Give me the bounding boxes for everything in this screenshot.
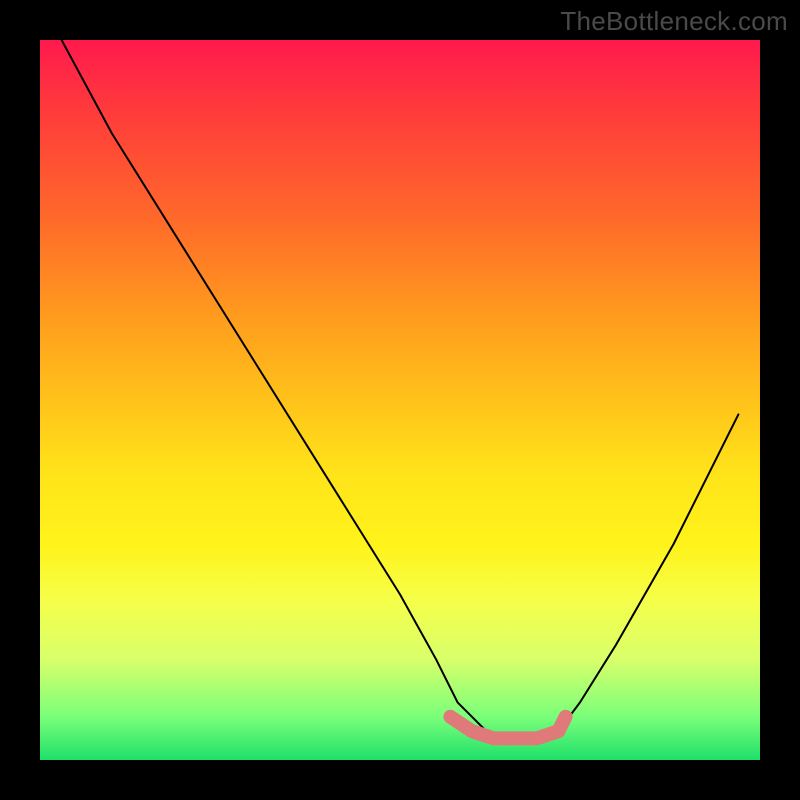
series-optimal-zone-marker [450,717,565,739]
series-group [62,40,739,738]
chart-svg [40,40,760,760]
chart-frame: TheBottleneck.com [0,0,800,800]
watermark-text: TheBottleneck.com [560,6,788,37]
series-bottleneck-curve [62,40,739,738]
plot-area [40,40,760,760]
